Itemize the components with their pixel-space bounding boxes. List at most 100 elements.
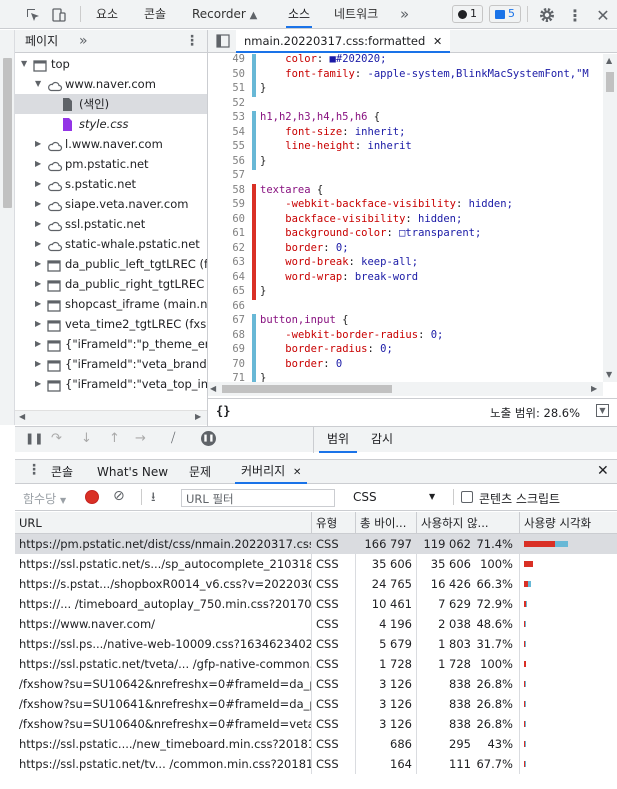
collapse-arrow-icon[interactable]: ▶ — [35, 354, 45, 374]
line-number[interactable]: 62 — [208, 242, 245, 254]
line-number[interactable]: 65 — [208, 285, 245, 297]
tab-page[interactable]: 페이지 — [25, 30, 58, 52]
code-editor[interactable]: 49 color: ■#202020; 50 font-family: -appl… — [208, 54, 617, 382]
inspect-element-icon[interactable] — [22, 4, 44, 26]
table-row[interactable]: https://ssl.pstatic.net/tveta/... /gfp-n… — [15, 654, 617, 674]
pretty-print-button[interactable]: {} — [216, 404, 230, 418]
tab-elements[interactable]: 요소 — [96, 0, 118, 28]
tree-node[interactable]: ▶ {"iFrameId":"p_theme_ente — [15, 334, 207, 354]
navigator-menu-icon[interactable]: ⋮ — [185, 30, 199, 52]
expand-arrow-icon[interactable]: ▼ — [35, 74, 45, 94]
line-number[interactable]: 52 — [208, 97, 245, 109]
close-devtools-icon[interactable]: ✕ — [592, 4, 614, 26]
table-row[interactable]: https://ssl.ps.../native-web-10009.css?1… — [15, 634, 617, 654]
toggle-navigator-icon[interactable] — [216, 34, 230, 51]
coverage-dropdown-icon[interactable]: ▼ — [596, 404, 609, 417]
instrumentation-select[interactable]: 함수당 ▼ — [23, 490, 66, 507]
line-number[interactable]: 56 — [208, 155, 245, 167]
line-number[interactable]: 64 — [208, 271, 245, 283]
line-number[interactable]: 68 — [208, 329, 245, 341]
drawer-tab-coverage[interactable]: 커버리지 ✕ — [235, 460, 308, 484]
line-number[interactable]: 59 — [208, 198, 245, 210]
table-row[interactable]: /fxshow?su=SU10640&nrefreshx=0#frameId=v… — [15, 714, 617, 734]
tree-horizontal-scrollbar[interactable]: ◀ ▶ — [15, 410, 207, 425]
editor-vscroll-thumb[interactable] — [606, 72, 614, 92]
collapse-arrow-icon[interactable]: ▶ — [35, 194, 45, 214]
close-coverage-icon[interactable]: ✕ — [293, 467, 301, 478]
tree-node[interactable]: (색인) — [15, 94, 207, 114]
step-icon[interactable]: → — [135, 431, 146, 446]
tree-node[interactable]: ▶ shopcast_iframe (main.nhn — [15, 294, 207, 314]
collapse-arrow-icon[interactable]: ▶ — [35, 234, 45, 254]
column-header-unused-bytes[interactable]: 사용하지 않... — [417, 512, 520, 534]
url-filter-input[interactable]: URL 필터 — [181, 489, 335, 507]
table-row[interactable]: https://www.naver.com/CSS 4 196 2 038 48.6% — [15, 614, 617, 634]
collapse-arrow-icon[interactable]: ▶ — [35, 374, 45, 394]
tree-node[interactable]: ▼ top — [15, 54, 207, 74]
navigator-more-icon[interactable]: » — [79, 30, 88, 52]
tree-node[interactable]: ▶ pm.pstatic.net — [15, 154, 207, 174]
line-number[interactable]: 61 — [208, 227, 245, 239]
scroll-right-icon[interactable]: ▶ — [195, 412, 201, 421]
drawer-tab-whats-new[interactable]: What's New — [97, 460, 168, 484]
kebab-menu-icon[interactable]: ⋮ — [564, 4, 586, 26]
tree-node[interactable]: ▶ l.www.naver.com — [15, 134, 207, 154]
table-row[interactable]: /fxshow?su=SU10642&nrefreshx=0#frameId=d… — [15, 674, 617, 694]
deactivate-breakpoints-icon[interactable]: ⧸ — [171, 431, 175, 446]
tab-recorder[interactable]: Recorder ▲ — [192, 0, 257, 28]
table-row[interactable]: https://... /timeboard_autoplay_750.min.… — [15, 594, 617, 614]
tree-node[interactable]: style.css — [15, 114, 207, 134]
line-number[interactable]: 63 — [208, 256, 245, 268]
editor-horizontal-scrollbar[interactable]: ◀ ▶ — [208, 382, 603, 396]
close-drawer-icon[interactable]: ✕ — [597, 463, 609, 479]
expand-arrow-icon[interactable]: ▼ — [21, 54, 31, 74]
table-row[interactable]: https://pm.pstatic.net/dist/css/nmain.20… — [15, 534, 617, 554]
tree-node[interactable]: ▶ da_public_left_tgtLREC (fxsl — [15, 254, 207, 274]
collapse-arrow-icon[interactable]: ▶ — [35, 254, 45, 274]
pause-on-exceptions-icon[interactable]: ❚❚ — [201, 431, 216, 446]
tab-network[interactable]: 네트워크 — [334, 0, 378, 28]
editor-vertical-scrollbar[interactable]: ▲ ▼ — [603, 54, 617, 382]
drawer-tab-issues[interactable]: 문제 — [189, 460, 211, 484]
line-number[interactable]: 69 — [208, 343, 245, 355]
tree-node[interactable]: ▶ {"iFrameId":"veta_branding — [15, 354, 207, 374]
left-scrollbar-thumb[interactable] — [3, 58, 12, 208]
column-header-type[interactable]: 유형 — [312, 512, 356, 534]
clear-icon[interactable]: ⊘ — [113, 488, 125, 504]
column-header-usage-visualization[interactable]: 사용량 시각화 — [520, 512, 617, 534]
line-number[interactable]: 53 — [208, 111, 245, 123]
tree-node[interactable]: ▶ ssl.pstatic.net — [15, 214, 207, 234]
record-button[interactable] — [85, 490, 99, 504]
collapse-arrow-icon[interactable]: ▶ — [35, 334, 45, 354]
column-header-url[interactable]: URL — [15, 512, 312, 534]
collapse-arrow-icon[interactable]: ▶ — [35, 174, 45, 194]
more-tabs-icon[interactable]: » — [400, 0, 409, 28]
pause-icon[interactable]: ❚❚ — [25, 432, 43, 445]
step-out-icon[interactable]: ↑ — [109, 431, 120, 446]
table-row[interactable]: https://s.pstat.../shopboxR0014_v6.css?v… — [15, 574, 617, 594]
line-number[interactable]: 54 — [208, 126, 245, 138]
line-number[interactable]: 57 — [208, 169, 245, 181]
scroll-down-icon[interactable]: ▼ — [606, 370, 612, 379]
table-row[interactable]: https://ssl.pstatic.net/tv... /common.mi… — [15, 754, 617, 774]
line-number[interactable]: 66 — [208, 300, 245, 312]
device-toolbar-icon[interactable] — [48, 4, 70, 26]
collapse-arrow-icon[interactable]: ▶ — [35, 294, 45, 314]
tree-node[interactable]: ▶ static-whale.pstatic.net — [15, 234, 207, 254]
line-number[interactable]: 51 — [208, 82, 245, 94]
step-over-icon[interactable]: ↷ — [51, 431, 62, 446]
tree-node[interactable]: ▶ da_public_right_tgtLREC (fx — [15, 274, 207, 294]
drawer-menu-icon[interactable]: ⋮ — [27, 462, 41, 478]
line-number[interactable]: 55 — [208, 140, 245, 152]
line-number[interactable]: 50 — [208, 68, 245, 80]
table-row[interactable]: https://ssl.pstatic..../new_timeboard.mi… — [15, 734, 617, 754]
line-number[interactable]: 67 — [208, 314, 245, 326]
file-tab[interactable]: nmain.20220317.css:formatted ✕ — [236, 30, 451, 53]
tree-node[interactable]: ▶ veta_time2_tgtLREC (fxshov — [15, 314, 207, 334]
errors-badge[interactable]: 1 — [452, 5, 483, 23]
settings-gear-icon[interactable] — [536, 4, 558, 26]
scroll-right-icon[interactable]: ▶ — [591, 384, 597, 393]
editor-hscroll-thumb[interactable] — [222, 385, 392, 393]
tab-scope[interactable]: 범위 — [319, 427, 358, 453]
line-number[interactable]: 58 — [208, 184, 245, 196]
